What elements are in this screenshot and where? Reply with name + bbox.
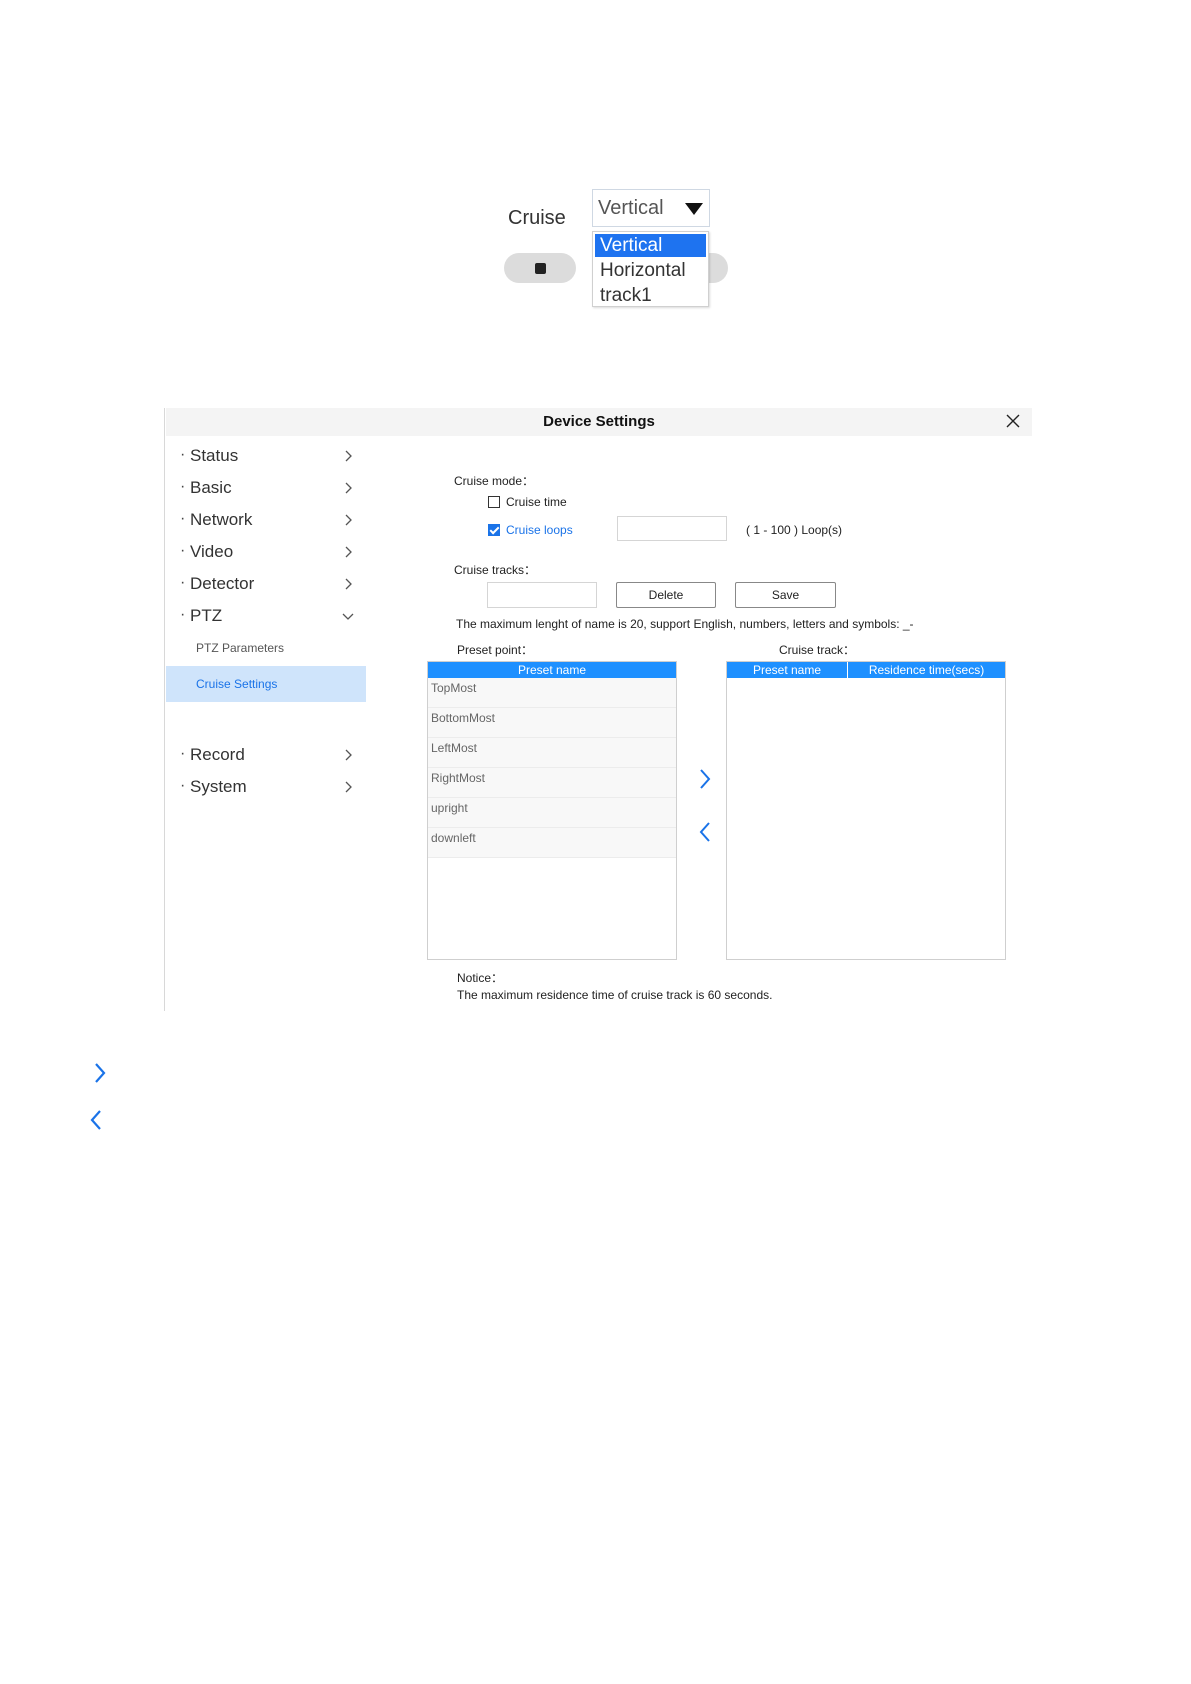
chevron-right-icon [345,546,352,558]
bullet: · [180,777,186,794]
preset-name: BottomMost [431,711,496,725]
sidebar-subitem-cruise-settings[interactable]: Cruise Settings [166,666,366,702]
preset-point-label: Preset point： [457,643,534,657]
preset-row[interactable]: downleft [428,828,676,858]
preset-row[interactable]: LeftMost [428,738,676,768]
sidebar-item-label: Network [190,510,253,529]
preset-table-header: Preset name [428,662,676,678]
bullet: · [180,446,186,463]
bullet: · [180,606,186,623]
chevron-right-icon [345,482,352,494]
track-header-preset-name: Preset name [727,662,847,678]
chevron-left-icon [90,1110,101,1130]
loops-range-hint: ( 1 - 100 ) Loop(s) [746,523,843,537]
sidebar-item-record[interactable]: · Record [166,739,366,771]
preset-row[interactable]: RightMost [428,768,676,798]
sidebar-item-video[interactable]: · Video [166,536,366,568]
sidebar-item-label: Basic [190,478,232,497]
sidebar-subitem-label: PTZ Parameters [196,641,285,655]
sidebar-item-detector[interactable]: · Detector [166,568,366,600]
cruise-track-name-input[interactable] [487,582,597,608]
chevron-right-icon [345,514,352,526]
preset-name: downleft [431,831,476,845]
close-icon[interactable] [1004,412,1022,430]
notice-title: Notice： [457,971,504,985]
sidebar-item-label: Detector [190,574,255,593]
preset-name: upright [431,801,468,815]
sidebar-item-label: Video [190,542,234,561]
bullet: · [180,745,186,762]
sidebar-subitem-ptz-parameters[interactable]: PTZ Parameters [166,630,366,666]
cruise-track-label: Cruise track： [779,643,856,657]
sidebar-item-network[interactable]: · Network [166,504,366,536]
sidebar-item-label: Record [190,745,245,764]
sidebar-item-ptz[interactable]: · PTZ [166,600,366,632]
cruise-label: Cruise [508,207,566,229]
sidebar-item-basic[interactable]: · Basic [166,472,366,504]
cruise-loops-checkbox[interactable] [488,524,500,536]
preset-name: LeftMost [431,741,478,755]
save-button[interactable]: Save [735,582,836,608]
cruise-loops-label: Cruise loops [506,523,573,537]
track-header-residence-time: Residence time(secs) [848,662,1005,678]
cruise-mode-options: Vertical Horizontal track1 [592,231,709,307]
chevron-right-icon [95,1063,106,1083]
chevron-right-icon [345,749,352,761]
toggle-knob [535,263,546,274]
sidebar-item-label: System [190,777,247,796]
mode-option-vertical[interactable]: Vertical [595,234,706,257]
sidebar-item-label: PTZ [190,606,223,625]
preset-table: Preset name TopMost BottomMost LeftMost … [427,661,677,960]
preset-name: RightMost [431,771,486,785]
preset-row[interactable]: BottomMost [428,708,676,738]
cruise-time-label: Cruise time [506,495,567,509]
delete-button[interactable]: Delete [616,582,716,608]
bullet: · [180,574,186,591]
preset-row[interactable]: TopMost [428,678,676,708]
mode-option-track1[interactable]: track1 [595,284,706,307]
name-length-hint: The maximum lenght of name is 20, suppor… [456,617,914,631]
cruise-mode-select[interactable]: Vertical [592,189,710,227]
mode-option-horizontal[interactable]: Horizontal [595,259,706,282]
cruise-loops-input[interactable] [617,516,727,541]
chevron-right-icon [345,578,352,590]
cruise-track-table: Preset name Residence time(secs) [726,661,1006,960]
sidebar-item-label: Status [190,446,239,465]
window-title: Device Settings [543,413,655,430]
chevron-down-icon [342,613,354,620]
preset-row[interactable]: upright [428,798,676,828]
notice-text: The maximum residence time of cruise tra… [457,988,773,1002]
cruise-tracks-label: Cruise tracks： [454,563,537,577]
cruise-time-checkbox[interactable] [488,496,500,508]
chevron-right-icon [345,450,352,462]
cruise-mode-label: Cruise mode： [454,474,535,488]
dropdown-arrow-icon [685,203,703,215]
bullet: · [180,542,186,559]
sidebar-item-system[interactable]: · System [166,771,366,803]
add-to-track-icon[interactable] [698,768,712,790]
preset-name: TopMost [431,681,477,695]
window-border [164,408,165,1011]
cruise-toggle[interactable] [504,253,576,283]
sidebar-subitem-label: Cruise Settings [196,677,278,691]
sidebar-item-status[interactable]: · Status [166,440,366,472]
chevron-right-icon [345,781,352,793]
remove-from-track-icon[interactable] [698,821,712,843]
cruise-mode-value: Vertical [598,197,664,219]
bullet: · [180,510,186,527]
title-bar: Device Settings [166,408,1032,436]
bullet: · [180,478,186,495]
sidebar: · Status · Basic · Network · Video · Det… [166,436,366,1011]
